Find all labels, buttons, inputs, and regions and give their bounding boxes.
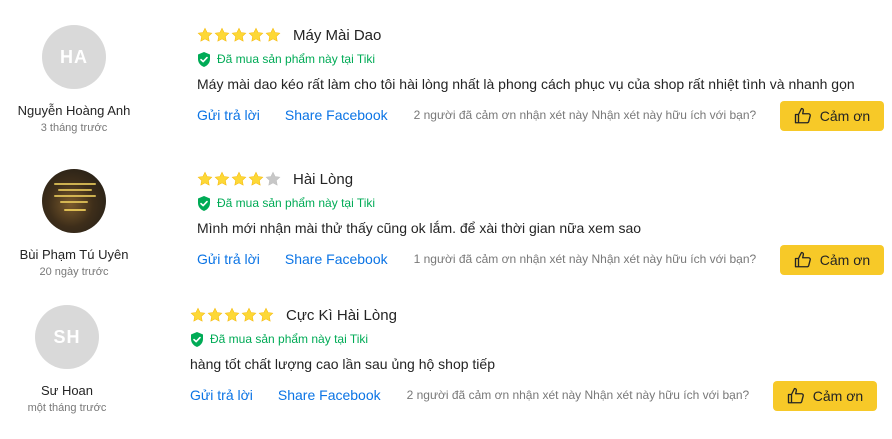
star-rating [197, 27, 281, 43]
thanks-count: 2 người đã cảm ơn nhận xét này Nhận xét … [413, 108, 757, 122]
thumbs-up-icon [794, 251, 811, 268]
thanks-count: 2 người đã cảm ơn nhận xét này Nhận xét … [406, 388, 750, 402]
review-time: 3 tháng trước [40, 122, 108, 134]
star-empty-icon [265, 171, 281, 186]
star-filled-icon [241, 307, 257, 322]
review-author: Bùi Phạm Tú Uyên 20 ngày trước [0, 169, 148, 278]
thanks-button[interactable]: Cảm ơn [780, 245, 884, 275]
star-filled-icon [214, 27, 230, 42]
reply-link[interactable]: Gửi trả lời [190, 387, 253, 403]
share-facebook-link[interactable]: Share Facebook [285, 251, 388, 267]
review-content: Cực Kì Hài Lòng Đã mua sản phẩm này tại … [190, 304, 495, 374]
review-comment: Máy mài dao kéo rất làm cho tôi hài lòng… [197, 76, 855, 92]
avatar [42, 169, 106, 233]
verified-shield-icon [191, 331, 203, 347]
thanks-button-label: Cảm ơn [819, 108, 871, 124]
star-filled-icon [224, 307, 240, 322]
review-author: SH Sư Hoan một tháng trước [0, 305, 141, 414]
verified-shield-icon [198, 195, 210, 211]
star-filled-icon [248, 171, 264, 186]
review-content: Hài Lòng Đã mua sản phẩm này tại Tiki Mì… [197, 168, 641, 238]
review-title: Cực Kì Hài Lòng [286, 306, 397, 324]
user-name: Sư Hoan [40, 383, 94, 398]
thanks-count: 1 người đã cảm ơn nhận xét này Nhận xét … [413, 252, 757, 266]
star-filled-icon [248, 27, 264, 42]
thanks-button-label: Cảm ơn [812, 388, 864, 404]
star-filled-icon [214, 171, 230, 186]
star-filled-icon [197, 27, 213, 42]
review-time: 20 ngày trước [39, 266, 109, 278]
star-filled-icon [231, 171, 247, 186]
star-rating [190, 307, 274, 323]
review-actions: Gửi trả lời Share Facebook 2 người đã cả… [190, 380, 749, 410]
user-name: Nguyễn Hoàng Anh [17, 103, 131, 118]
star-filled-icon [265, 27, 281, 42]
star-filled-icon [258, 307, 274, 322]
review-title: Hài Lòng [293, 170, 354, 188]
verified-label: Đã mua sản phẩm này tại Tiki [217, 196, 376, 210]
star-filled-icon [207, 307, 223, 322]
thanks-button[interactable]: Cảm ơn [780, 101, 884, 131]
review-comment: hàng tốt chất lượng cao lần sau ủng hộ s… [190, 356, 495, 372]
thumbs-up-icon [794, 107, 811, 124]
star-filled-icon [231, 27, 247, 42]
review-content: Máy Mài Dao Đã mua sản phẩm này tại Tiki… [197, 24, 855, 94]
review-author: HA Nguyễn Hoàng Anh 3 tháng trước [0, 25, 148, 134]
verified-shield-icon [198, 51, 210, 67]
user-name: Bùi Phạm Tú Uyên [19, 247, 129, 262]
review-comment: Mình mới nhận mài thử thấy cũng ok lắm. … [197, 220, 642, 236]
star-filled-icon [190, 307, 206, 322]
verified-label: Đã mua sản phẩm này tại Tiki [210, 332, 369, 346]
review-title: Máy Mài Dao [293, 26, 382, 44]
reply-link[interactable]: Gửi trả lời [197, 251, 260, 267]
review-actions: Gửi trả lời Share Facebook 1 người đã cả… [197, 244, 756, 274]
avatar: SH [35, 305, 99, 369]
thanks-button-label: Cảm ơn [819, 252, 871, 268]
review-time: một tháng trước [27, 402, 107, 414]
star-rating [197, 171, 281, 187]
avatar: HA [42, 25, 106, 89]
verified-purchase: Đã mua sản phẩm này tại Tiki [190, 331, 495, 347]
verified-purchase: Đã mua sản phẩm này tại Tiki [197, 51, 855, 67]
verified-purchase: Đã mua sản phẩm này tại Tiki [197, 195, 641, 211]
share-facebook-link[interactable]: Share Facebook [285, 107, 388, 123]
reply-link[interactable]: Gửi trả lời [197, 107, 260, 123]
thumbs-up-icon [787, 387, 804, 404]
verified-label: Đã mua sản phẩm này tại Tiki [217, 52, 376, 66]
review-actions: Gửi trả lời Share Facebook 2 người đã cả… [197, 100, 756, 130]
thanks-button[interactable]: Cảm ơn [773, 381, 877, 411]
star-filled-icon [197, 171, 213, 186]
share-facebook-link[interactable]: Share Facebook [278, 387, 381, 403]
